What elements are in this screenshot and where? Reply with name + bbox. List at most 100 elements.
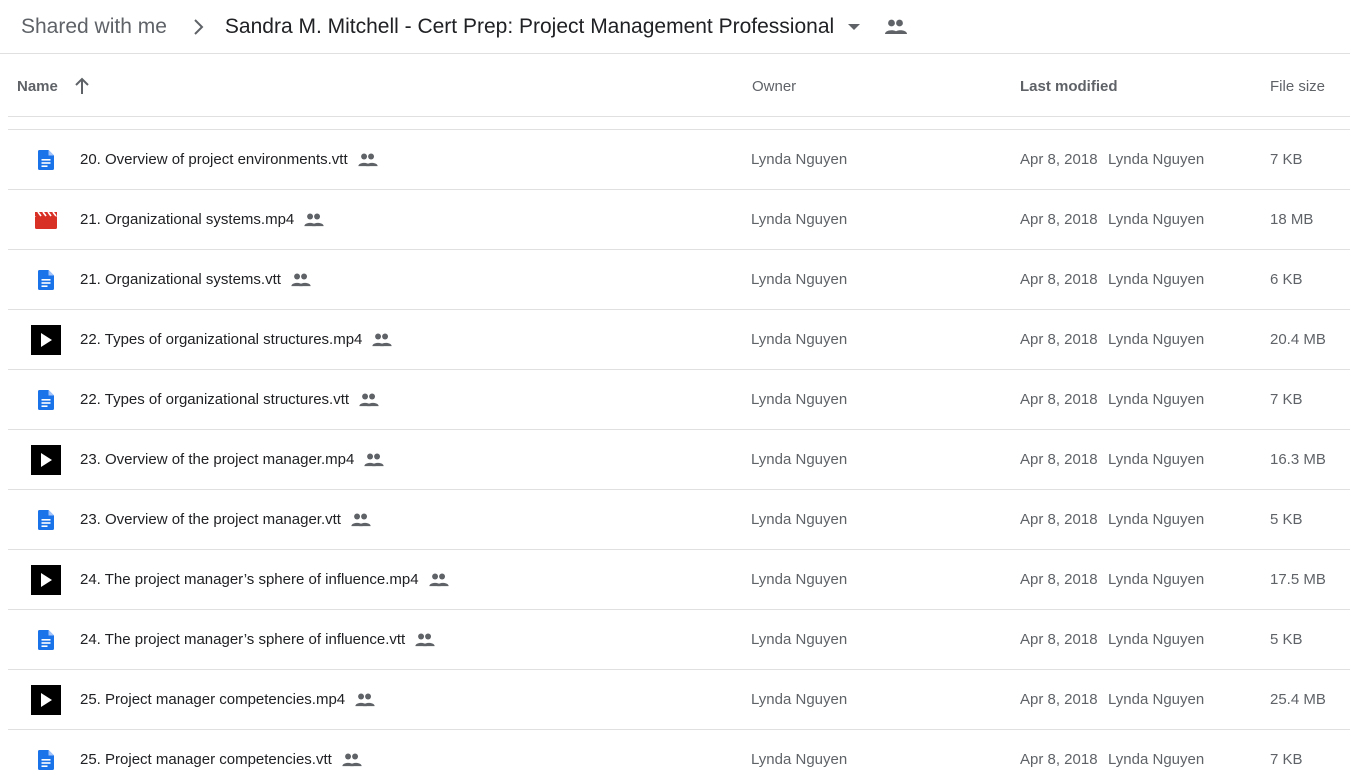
file-modified-by: Lynda Nguyen <box>1108 271 1205 288</box>
file-modified-date: Apr 8, 2018 <box>1020 331 1098 348</box>
caret-down-icon[interactable] <box>844 17 864 37</box>
file-row[interactable]: 24. The project manager’s sphere of infl… <box>8 610 1350 670</box>
file-modified-date: Apr 8, 2018 <box>1020 271 1098 288</box>
file-size: 20.4 MB <box>1270 331 1326 348</box>
file-size: 16.3 MB <box>1270 451 1326 468</box>
file-modified-by: Lynda Nguyen <box>1108 571 1205 588</box>
video-play-icon <box>31 564 61 595</box>
file-owner: Lynda Nguyen <box>751 451 848 468</box>
file-modified-date: Apr 8, 2018 <box>1020 511 1098 528</box>
shared-people-icon <box>359 390 379 410</box>
file-modified-date: Apr 8, 2018 <box>1020 751 1098 768</box>
file-row[interactable]: 24. The project manager’s sphere of infl… <box>8 550 1350 610</box>
file-type-icon-cell <box>30 130 62 189</box>
file-size: 7 KB <box>1270 391 1303 408</box>
file-name-cell: 23. Overview of the project manager.vtt <box>80 490 371 549</box>
shared-people-icon <box>415 630 435 650</box>
column-header-owner[interactable]: Owner <box>752 55 796 117</box>
file-name: 25. Project manager competencies.vtt <box>80 751 332 768</box>
doc-icon <box>38 389 54 410</box>
column-header-name[interactable]: Name <box>17 55 92 117</box>
file-modified-by: Lynda Nguyen <box>1108 691 1205 708</box>
video-play-icon <box>31 324 61 355</box>
file-row[interactable]: 22. Types of organizational structures.m… <box>8 310 1350 370</box>
shared-people-icon <box>291 270 311 290</box>
doc-icon <box>38 509 54 530</box>
file-type-icon-cell <box>30 610 62 669</box>
file-size: 6 KB <box>1270 271 1303 288</box>
file-owner: Lynda Nguyen <box>751 691 848 708</box>
file-modified-date: Apr 8, 2018 <box>1020 571 1098 588</box>
file-name-cell: 25. Project manager competencies.mp4 <box>80 670 375 729</box>
file-type-icon-cell <box>30 730 62 780</box>
file-modified-by: Lynda Nguyen <box>1108 511 1205 528</box>
shared-people-icon <box>372 330 393 350</box>
file-row[interactable]: 21. Organizational systems.vtt Lynda Ngu… <box>8 250 1350 310</box>
file-owner: Lynda Nguyen <box>751 391 848 408</box>
file-type-icon-cell <box>30 190 62 249</box>
file-modified-by: Lynda Nguyen <box>1108 151 1205 168</box>
shared-people-icon <box>358 150 378 170</box>
file-name: 20. Overview of project environments.vtt <box>80 151 348 168</box>
file-row[interactable]: 25. Project manager competencies.mp4 Lyn… <box>8 670 1350 730</box>
file-name: 21. Organizational systems.mp4 <box>80 211 295 228</box>
file-name-cell: 25. Project manager competencies.vtt <box>80 730 362 780</box>
file-owner: Lynda Nguyen <box>751 631 848 648</box>
shared-people-icon <box>428 570 449 590</box>
column-header-name-label: Name <box>17 77 58 95</box>
file-modified-by: Lynda Nguyen <box>1108 751 1205 768</box>
file-type-icon-cell <box>30 550 62 609</box>
file-size: 7 KB <box>1270 751 1303 768</box>
file-type-icon-cell <box>30 310 62 369</box>
file-type-icon-cell <box>30 490 62 549</box>
file-modified-by: Lynda Nguyen <box>1108 631 1205 648</box>
file-owner: Lynda Nguyen <box>751 751 848 768</box>
file-name: 22. Types of organizational structures.v… <box>80 391 350 408</box>
file-name: 25. Project manager competencies.mp4 <box>80 691 346 708</box>
doc-icon <box>38 149 54 170</box>
shared-people-icon <box>304 210 324 230</box>
file-name-cell: 21. Organizational systems.mp4 <box>80 190 324 249</box>
file-name-cell: 22. Types of organizational structures.m… <box>80 310 393 369</box>
file-owner: Lynda Nguyen <box>751 511 848 528</box>
file-name-cell: 22. Types of organizational structures.v… <box>80 370 379 429</box>
file-modified-date: Apr 8, 2018 <box>1020 691 1098 708</box>
breadcrumb: Shared with me Sandra M. Mitchell - Cert… <box>0 0 1350 54</box>
file-modified-date: Apr 8, 2018 <box>1020 631 1098 648</box>
file-type-icon-cell <box>30 250 62 309</box>
breadcrumb-current-folder[interactable]: Sandra M. Mitchell - Cert Prep: Project … <box>225 15 834 39</box>
file-type-icon-cell <box>30 430 62 489</box>
sort-ascending-arrow-icon[interactable] <box>72 76 92 96</box>
file-name: 24. The project manager’s sphere of infl… <box>80 631 406 648</box>
file-name: 23. Overview of the project manager.vtt <box>80 511 341 528</box>
file-owner: Lynda Nguyen <box>751 151 848 168</box>
file-owner: Lynda Nguyen <box>751 331 848 348</box>
file-row[interactable]: 23. Overview of the project manager.vtt … <box>8 490 1350 550</box>
file-row[interactable]: 20. Overview of project environments.vtt… <box>8 130 1350 190</box>
file-row[interactable]: 21. Organizational systems.mp4 Lynda Ngu… <box>8 190 1350 250</box>
file-name: 22. Types of organizational structures.m… <box>80 331 363 348</box>
file-name-cell: 21. Organizational systems.vtt <box>80 250 311 309</box>
file-row[interactable]: 23. Overview of the project manager.mp4 … <box>8 430 1350 490</box>
shared-people-icon <box>355 690 375 710</box>
file-type-icon-cell <box>30 370 62 429</box>
video-play-icon <box>31 684 61 715</box>
file-size: 5 KB <box>1270 511 1303 528</box>
doc-icon <box>38 269 54 290</box>
shared-people-icon <box>342 750 362 770</box>
file-modified-date: Apr 8, 2018 <box>1020 451 1098 468</box>
column-header-last-modified[interactable]: Last modified <box>1020 55 1118 117</box>
file-size: 17.5 MB <box>1270 571 1326 588</box>
file-name-cell: 20. Overview of project environments.vtt <box>80 130 378 189</box>
file-row[interactable]: 22. Types of organizational structures.v… <box>8 370 1350 430</box>
drive-file-browser: Shared with me Sandra M. Mitchell - Cert… <box>0 0 1350 780</box>
file-name-cell: 24. The project manager’s sphere of infl… <box>80 550 449 609</box>
file-row[interactable]: 25. Project manager competencies.vtt Lyn… <box>8 730 1350 780</box>
breadcrumb-shared-with-me[interactable]: Shared with me <box>13 9 175 45</box>
column-header-file-size[interactable]: File size <box>1270 55 1325 117</box>
chevron-right-icon <box>189 17 209 37</box>
doc-icon <box>38 629 54 650</box>
shared-people-icon <box>351 510 371 530</box>
doc-icon <box>38 749 54 770</box>
file-name-cell: 23. Overview of the project manager.mp4 <box>80 430 384 489</box>
